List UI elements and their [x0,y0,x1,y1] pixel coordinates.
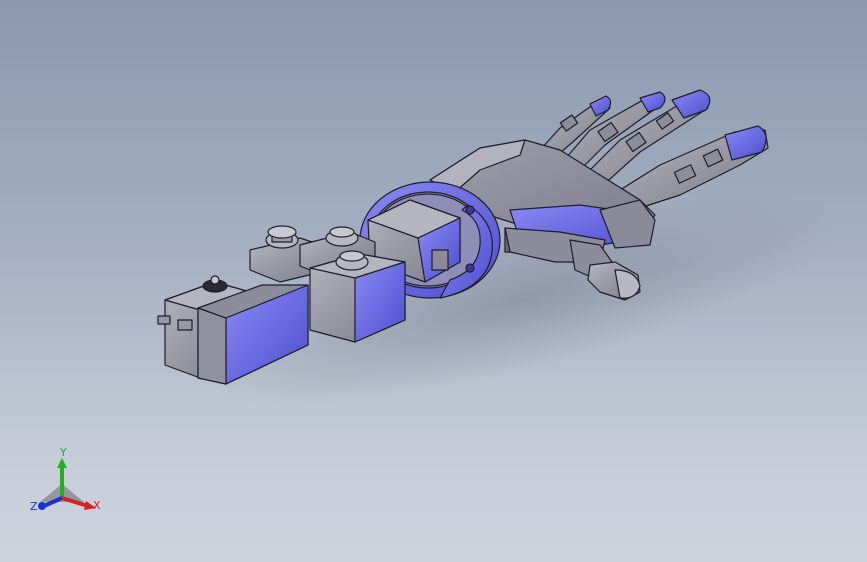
triad-y-label: Y [59,446,67,459]
triad-x-label: X [93,499,101,512]
view-triad: Y X Z [30,446,101,513]
model-scene[interactable]: Y X Z [0,0,867,562]
graphics-viewport[interactable]: Y X Z [0,0,867,562]
triad-z-label: Z [30,500,38,513]
